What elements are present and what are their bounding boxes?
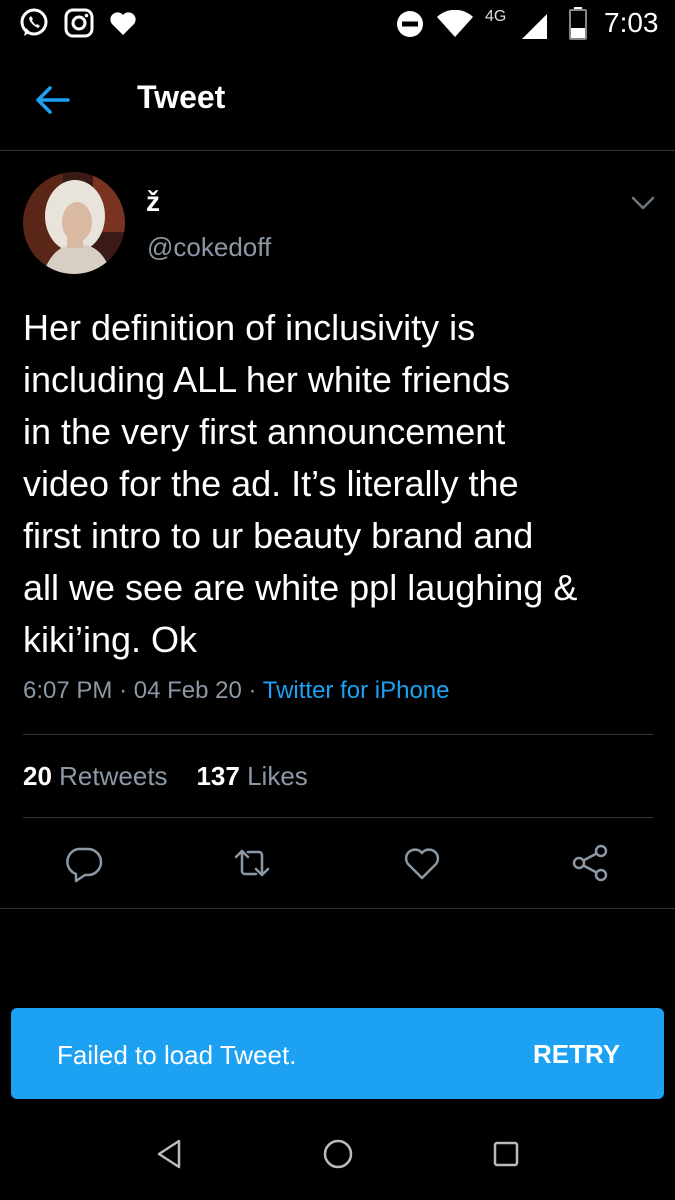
tweet-meta: 6:07 PM · 04 Feb 20 · Twitter for iPhone xyxy=(23,677,449,705)
tweet-text: Her definition of inclusivity is includi… xyxy=(23,307,578,660)
meta-separator: · xyxy=(119,677,128,704)
arrow-left-icon[interactable] xyxy=(32,80,72,120)
error-snackbar: Failed to load Tweet. RETRY xyxy=(11,1008,664,1099)
avatar-photo xyxy=(23,172,125,274)
chevron-down-icon[interactable] xyxy=(630,190,656,216)
likes-label: Likes xyxy=(247,761,308,791)
retweets-count: 20 xyxy=(23,761,52,791)
likes-count: 137 xyxy=(196,761,240,791)
tweet-stats: 20 Retweets 137 Likes xyxy=(23,761,308,792)
page-title: Tweet xyxy=(137,79,226,115)
author-display-name[interactable]: ž xyxy=(146,186,160,218)
retweets-label: Retweets xyxy=(59,761,168,791)
meta-separator: · xyxy=(248,677,257,704)
share-icon[interactable] xyxy=(571,843,611,883)
snackbar-message: Failed to load Tweet. xyxy=(57,1040,297,1070)
heart-icon xyxy=(110,12,136,35)
wifi-icon xyxy=(437,10,473,37)
retweet-icon[interactable] xyxy=(232,843,272,883)
tweet-date: 04 Feb 20 xyxy=(133,677,242,704)
like-icon[interactable] xyxy=(402,843,442,883)
instagram-icon xyxy=(64,8,94,38)
header-bar: Tweet xyxy=(0,48,675,151)
battery-icon xyxy=(569,7,587,40)
divider xyxy=(23,734,653,735)
retry-button[interactable]: RETRY xyxy=(533,1039,620,1070)
reply-icon[interactable] xyxy=(64,843,104,883)
avatar[interactable] xyxy=(23,172,125,274)
network-type-label: 4G xyxy=(485,8,507,25)
author-handle[interactable]: @cokedoff xyxy=(147,232,271,263)
likes-stat[interactable]: 137 Likes xyxy=(196,761,307,791)
tweet-source-link[interactable]: Twitter for iPhone xyxy=(263,677,450,704)
status-bar: 4G 7:03 xyxy=(0,0,675,48)
divider xyxy=(0,908,675,909)
cell-signal-icon xyxy=(522,14,547,39)
tweet-time: 6:07 PM xyxy=(23,677,113,704)
whatsapp-icon xyxy=(20,8,48,36)
home-circle-icon[interactable] xyxy=(318,1134,358,1174)
do-not-disturb-icon xyxy=(397,11,423,37)
divider xyxy=(23,817,653,818)
retweets-stat[interactable]: 20 Retweets xyxy=(23,761,168,791)
status-time: 7:03 xyxy=(604,7,659,38)
back-triangle-icon[interactable] xyxy=(150,1134,190,1174)
recents-square-icon[interactable] xyxy=(486,1134,526,1174)
